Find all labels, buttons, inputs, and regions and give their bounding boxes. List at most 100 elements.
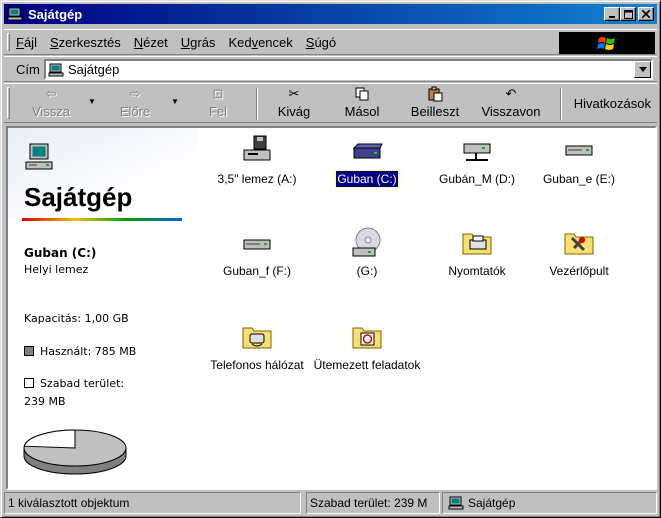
menu-file-rest: ájl	[23, 35, 37, 50]
free-value: 239 MB	[24, 395, 66, 408]
copy-label: Másol	[344, 104, 380, 119]
my-computer-icon	[48, 63, 64, 76]
back-dropdown-icon[interactable]: ▼	[88, 97, 96, 106]
printers-folder-icon	[462, 233, 492, 255]
windows-logo	[559, 32, 655, 54]
copy-button[interactable]: Másol	[330, 86, 394, 120]
windows-flag-icon	[597, 37, 615, 50]
item-label: Telefonos hálózat	[210, 358, 304, 372]
free-swatch	[24, 378, 34, 388]
used-swatch	[24, 346, 34, 356]
window-title: Sajátgép	[28, 6, 83, 22]
minimize-button[interactable]	[604, 7, 620, 21]
item-label: Nyomtatók	[448, 264, 506, 278]
menu-grip[interactable]	[7, 33, 10, 51]
menu-items: Fájl Szerkesztés Nézet Ugrás Kedvencek S…	[16, 35, 349, 50]
webview-sidebar: Sajátgép Guban (C:) Helyi lemez Kapacitá…	[8, 128, 198, 488]
title-bar[interactable]: Sajátgép	[4, 4, 657, 24]
menu-edit-rest: zerkesztés	[58, 35, 121, 50]
cut-button[interactable]: ✂ Kivág	[262, 86, 326, 120]
address-value[interactable]: Sajátgép	[68, 62, 119, 77]
close-icon	[642, 10, 650, 18]
menu-go-accel: U	[180, 35, 191, 50]
item-drive-g[interactable]: (G:)	[312, 226, 422, 279]
up-folder-icon: ⊡	[212, 86, 224, 101]
hard-drive-icon	[565, 145, 593, 156]
undo-icon: ↶	[505, 86, 517, 101]
network-drive-icon	[463, 143, 491, 161]
item-label: Guban (C:)	[335, 170, 399, 188]
sidebar-rule	[22, 218, 182, 221]
item-label: Ütemezett feladatok	[313, 358, 421, 372]
item-label: Guban_e (E:)	[542, 172, 616, 186]
drive-name: Guban (C:)	[24, 246, 97, 260]
item-dialup[interactable]: Telefonos hálózat	[202, 320, 312, 373]
item-drive-f[interactable]: Guban_f (F:)	[202, 226, 312, 279]
up-button[interactable]: ⊡ Fel	[188, 86, 248, 120]
cut-label: Kivág	[277, 104, 311, 119]
menu-file-accel: F	[16, 35, 24, 50]
status-selection: 1 kiválasztott objektum	[4, 492, 301, 514]
cd-drive-icon	[352, 227, 381, 257]
menu-view-accel: N	[133, 35, 144, 50]
chevron-down-icon	[638, 67, 647, 72]
back-button[interactable]: ⇦ Vissza	[16, 86, 86, 120]
used-text: Használt: 785 MB	[40, 345, 137, 358]
address-dropdown-button[interactable]	[634, 61, 651, 78]
item-label: (G:)	[356, 264, 378, 278]
status-free-space: Szabad terület: 239 M	[306, 492, 440, 514]
my-computer-icon	[7, 7, 23, 21]
drive-type: Helyi lemez	[24, 263, 89, 276]
menu-view[interactable]: Nézet	[134, 35, 168, 50]
item-floppy[interactable]: 3,5" lemez (A:)	[202, 134, 312, 187]
item-drive-d[interactable]: Gubán_M (D:)	[422, 134, 532, 187]
item-scheduled-tasks[interactable]: Ütemezett feladatok	[312, 320, 422, 373]
address-combo[interactable]: Sajátgép	[44, 59, 653, 80]
item-drive-e[interactable]: Guban_e (E:)	[524, 134, 634, 187]
pie-free-slice	[23, 429, 76, 449]
menu-edit[interactable]: Szerkesztés	[50, 35, 121, 50]
maximize-button[interactable]	[620, 7, 636, 21]
floppy-drive-icon	[243, 135, 271, 161]
forward-button[interactable]: ⇨ Előre	[100, 86, 170, 120]
folder-view: Sajátgép Guban (C:) Helyi lemez Kapacitá…	[6, 126, 657, 490]
close-button[interactable]	[638, 7, 654, 21]
scheduled-tasks-folder-icon	[352, 327, 382, 349]
menu-bar: Fájl Szerkesztés Nézet Ugrás Kedvencek S…	[4, 29, 657, 55]
my-computer-icon	[25, 143, 53, 170]
menu-view-rest: ézet	[143, 35, 168, 50]
item-control-panel[interactable]: Vezérlőpult	[524, 226, 634, 279]
menu-help[interactable]: Súgó	[306, 35, 336, 50]
maximize-icon	[623, 9, 633, 19]
item-label: Gubán_M (D:)	[438, 172, 516, 186]
minimize-icon	[609, 16, 615, 18]
item-label: Guban_f (F:)	[222, 264, 292, 278]
hard-drive-icon	[243, 239, 271, 250]
paste-icon	[428, 86, 443, 102]
copy-icon	[355, 87, 369, 101]
control-panel-folder-icon	[564, 233, 594, 255]
item-label: 3,5" lemez (A:)	[217, 172, 297, 186]
item-printers[interactable]: Nyomtatók	[422, 226, 532, 279]
toolbar-separator	[256, 88, 258, 120]
toolbar-grip[interactable]	[7, 87, 10, 119]
forward-dropdown-icon[interactable]: ▼	[171, 97, 179, 106]
menu-favorites[interactable]: Kedvencek	[228, 35, 292, 50]
forward-arrow-icon: ⇨	[129, 86, 141, 101]
explorer-window: Sajátgép Fájl Szerkesztés Nézet Ugrás Ke…	[0, 0, 661, 518]
paste-button[interactable]: Beilleszt	[400, 86, 470, 120]
item-drive-c[interactable]: Guban (C:)	[312, 134, 422, 188]
menu-favorites-prefix: Ked	[228, 35, 252, 50]
menu-favorites-rest: encek	[258, 35, 293, 50]
menu-go[interactable]: Ugrás	[181, 35, 216, 50]
address-label: Cím	[16, 62, 40, 77]
undo-button[interactable]: ↶ Visszavon	[474, 86, 548, 120]
status-bar: 1 kiválasztott objektum Szabad terület: …	[4, 492, 657, 514]
dialup-networking-folder-icon	[242, 327, 272, 349]
my-computer-icon	[448, 496, 464, 510]
sidebar-title: Sajátgép	[24, 182, 133, 212]
standard-toolbar: ⇦ Vissza ▼ ⇨ Előre ▼ ⊡ Fel ✂ Kivág Másol	[4, 83, 657, 123]
undo-label: Visszavon	[481, 104, 541, 119]
links-toolbar[interactable]: Hivatkozások	[574, 96, 651, 111]
menu-file[interactable]: Fájl	[16, 35, 37, 50]
